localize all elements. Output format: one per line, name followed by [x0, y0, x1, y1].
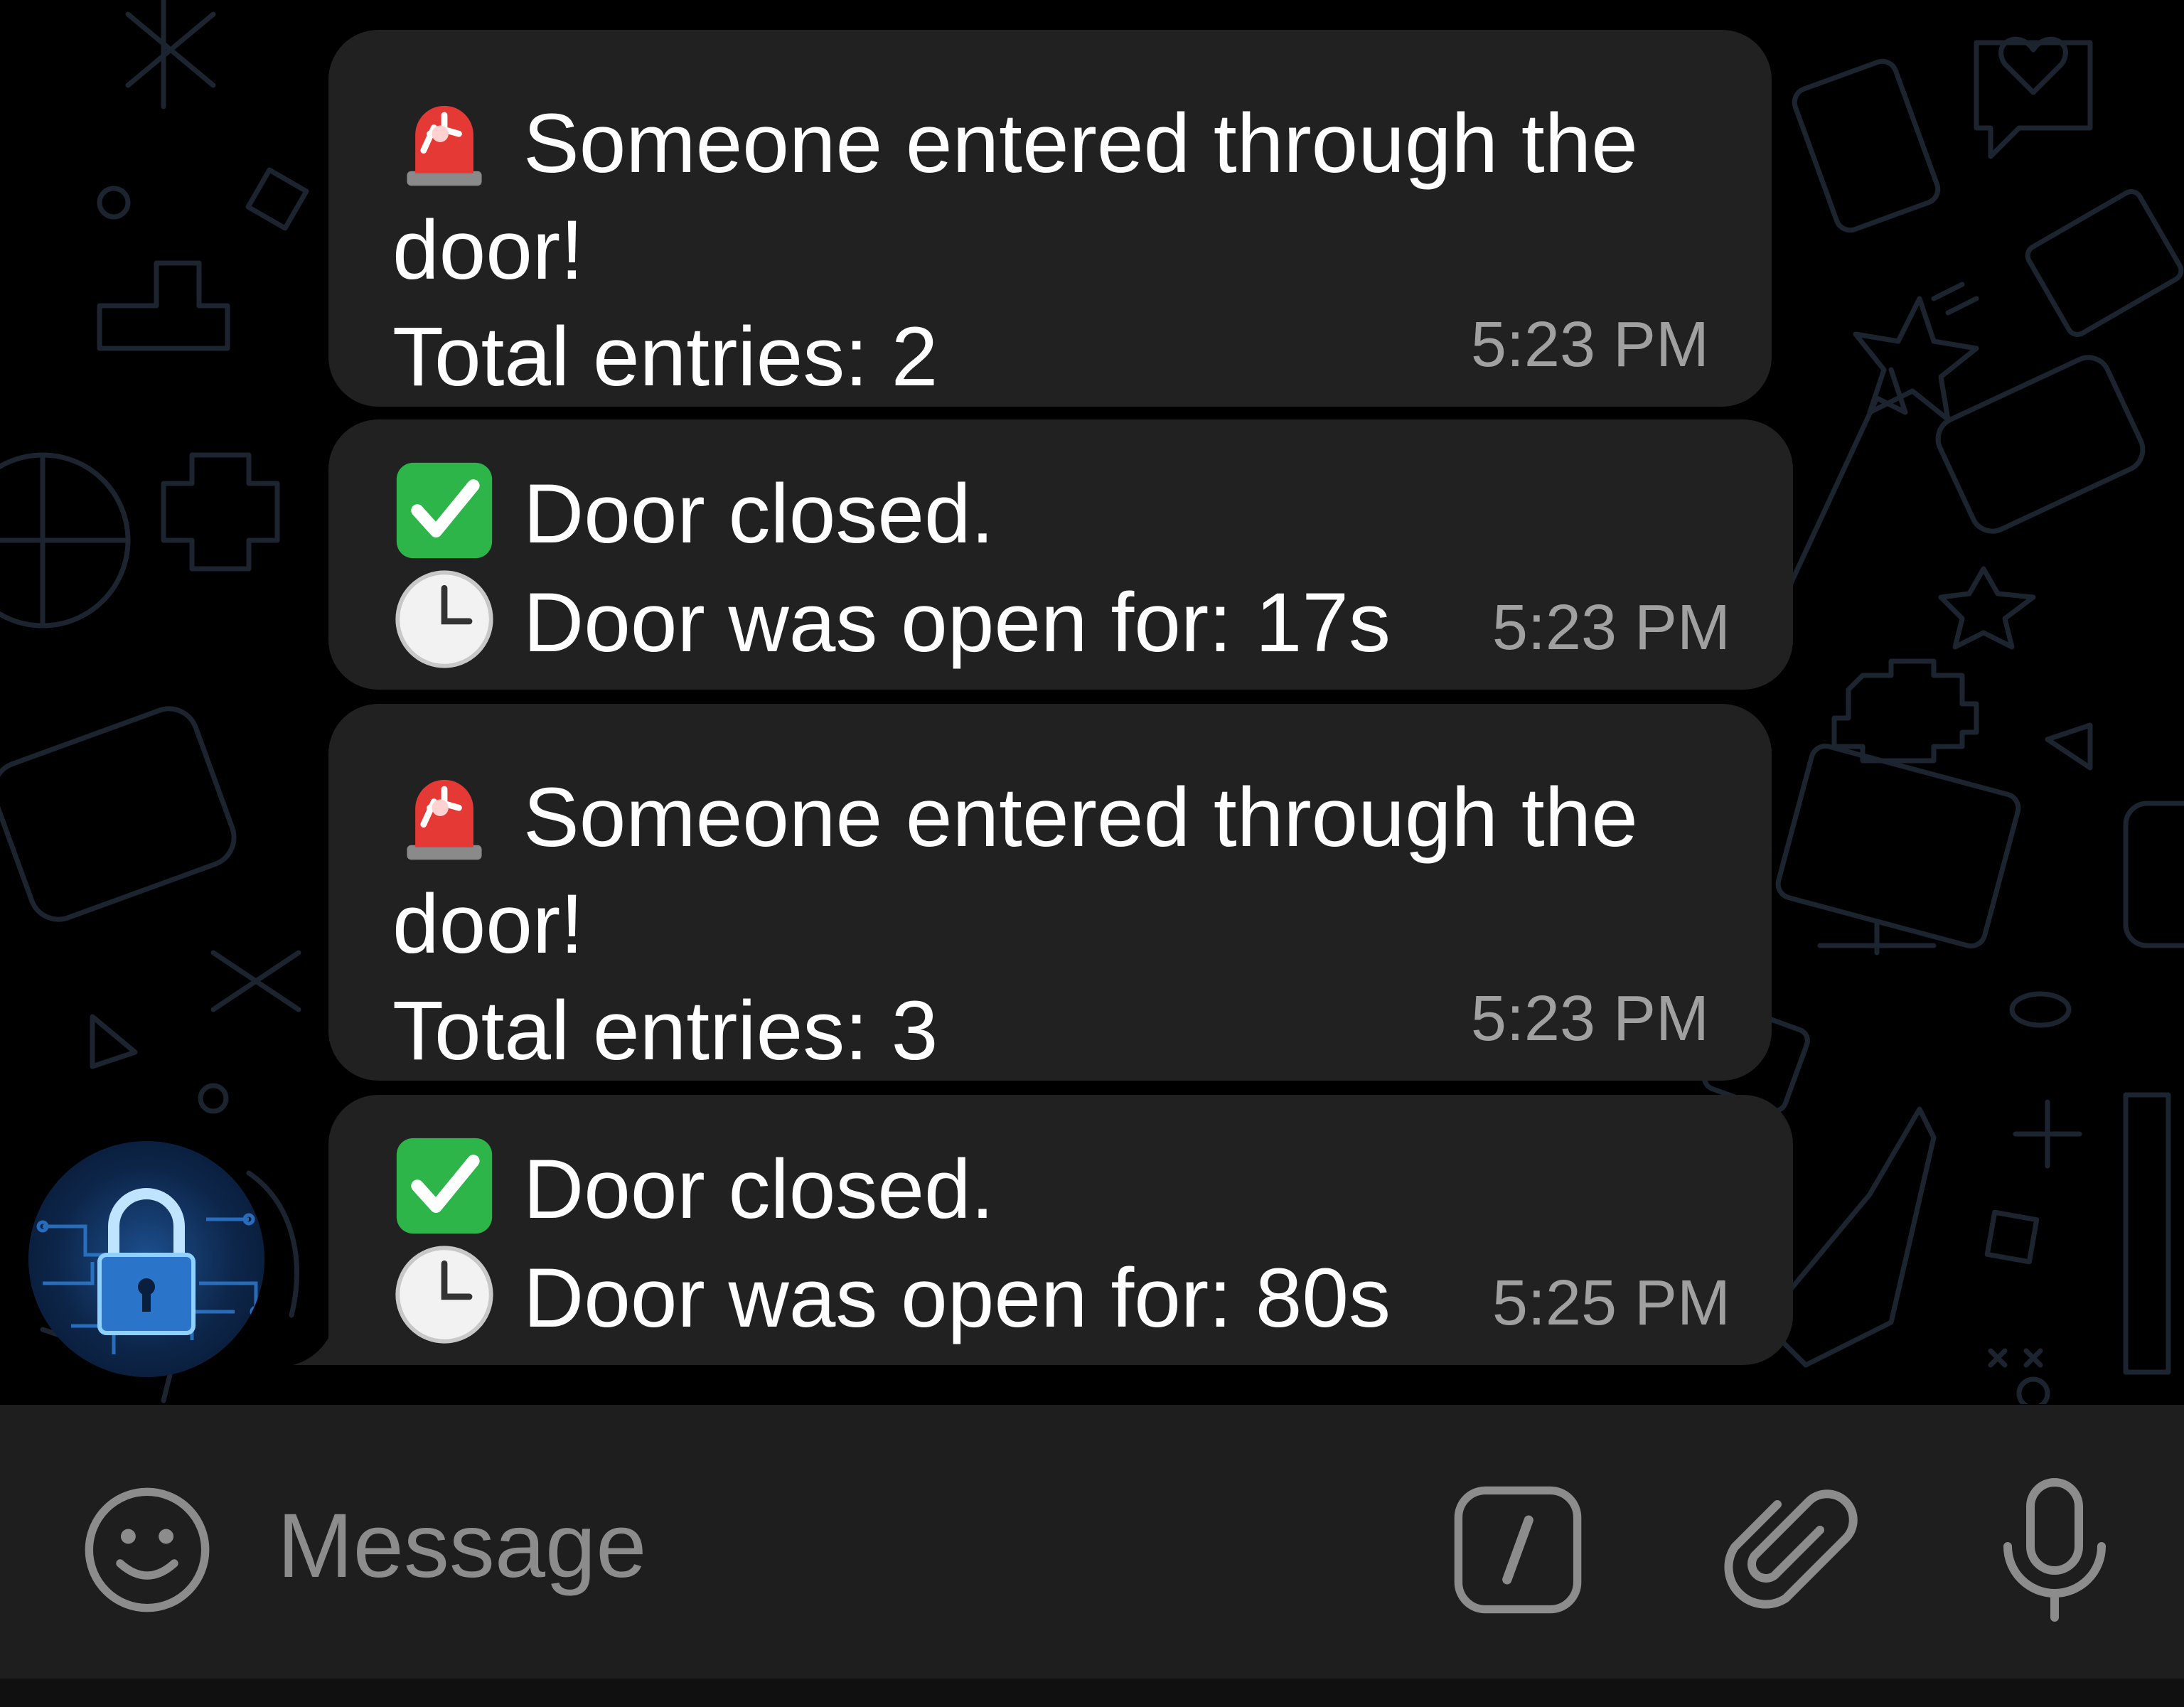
- microphone-icon[interactable]: [1991, 1475, 2119, 1625]
- message-text: Someone entered through the door!: [392, 762, 1708, 978]
- message-bubble[interactable]: Door closed. Door was open for: 80s 5:25…: [328, 1095, 1793, 1365]
- attach-icon[interactable]: [1720, 1479, 1863, 1621]
- bot-commands-icon[interactable]: [1450, 1482, 1585, 1617]
- clock-icon: [392, 567, 496, 671]
- emoji-icon[interactable]: [80, 1482, 215, 1617]
- message-text: Door closed.: [392, 459, 1729, 567]
- rotating-light-icon: [392, 762, 496, 866]
- check-mark-button-icon: [392, 1134, 496, 1238]
- rotating-light-icon: [392, 88, 496, 192]
- padlock-icon: [36, 1188, 262, 1354]
- message-bubble[interactable]: Someone entered through the door! Total …: [328, 30, 1772, 407]
- message-timestamp: 5:23 PM: [1492, 592, 1730, 663]
- avatar[interactable]: [28, 1141, 264, 1377]
- message-bubble[interactable]: Door closed. Door was open for: 17s 5:23…: [328, 419, 1793, 690]
- message-input[interactable]: [277, 1489, 1415, 1603]
- bubble-tail: [293, 1322, 336, 1365]
- message-text: Someone entered through the door!: [392, 88, 1708, 304]
- message-timestamp: 5:23 PM: [1470, 309, 1709, 380]
- bottom-edge: [0, 1679, 2184, 1707]
- check-mark-button-icon: [392, 459, 496, 562]
- message-text: Door closed.: [392, 1134, 1729, 1243]
- clock-icon: [392, 1243, 496, 1347]
- message-timestamp: 5:25 PM: [1492, 1268, 1730, 1339]
- message-timestamp: 5:23 PM: [1470, 983, 1709, 1054]
- message-bubble[interactable]: Someone entered through the door! Total …: [328, 704, 1772, 1081]
